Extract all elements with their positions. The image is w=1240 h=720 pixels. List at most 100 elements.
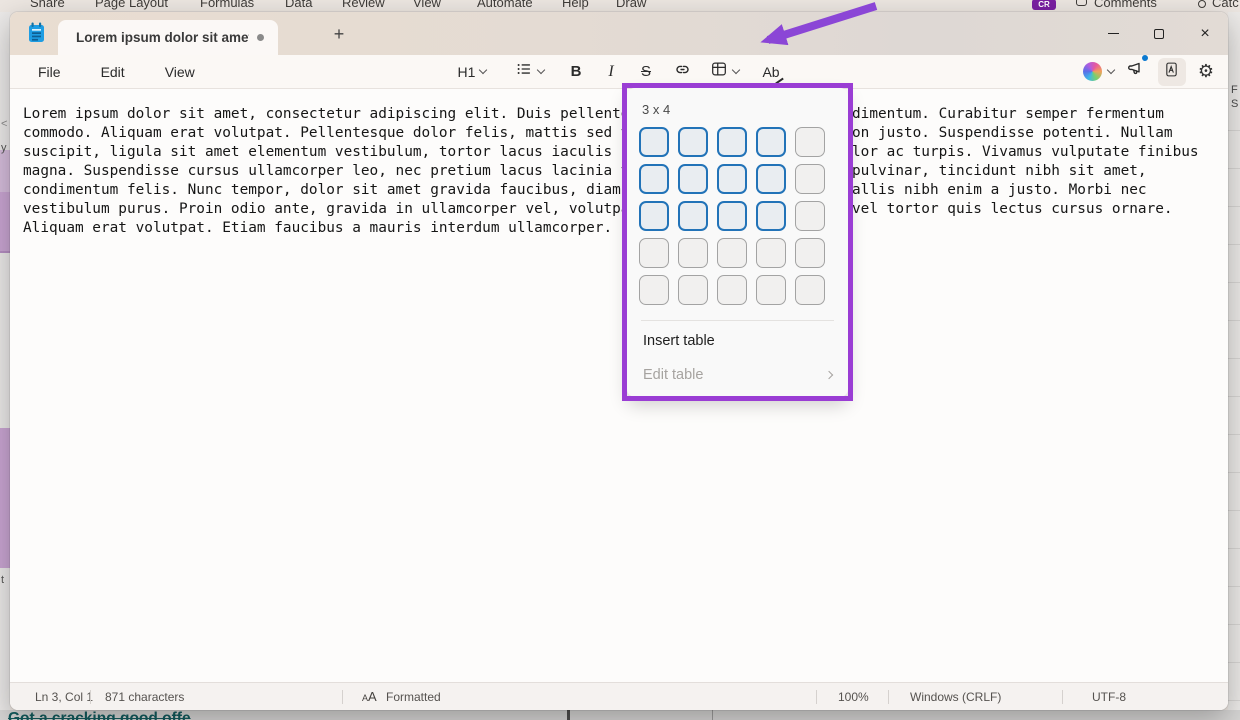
encoding: UTF-8 (1092, 690, 1126, 704)
background-bottom-edge: Got a cracking good offe (0, 710, 1240, 720)
menu-file[interactable]: File (32, 60, 67, 84)
grid-cell-2x1[interactable] (639, 164, 669, 194)
italic-button[interactable]: I (596, 58, 626, 86)
ribbon-tab-page-layout[interactable]: Page Layout (95, 0, 168, 10)
link-button[interactable] (665, 58, 699, 86)
background-strikethrough-text: Got a cracking good offe (8, 710, 191, 720)
ribbon-tab-automate[interactable]: Automate (477, 0, 533, 10)
background-gridline (1228, 130, 1240, 131)
background-gridline (1228, 320, 1240, 321)
grid-cell-5x2[interactable] (678, 275, 708, 305)
catchup-button[interactable]: Catc (1212, 0, 1239, 10)
grid-cell-1x3[interactable] (717, 127, 747, 157)
divider (1062, 690, 1063, 704)
rewrite-button[interactable] (1158, 58, 1186, 86)
clear-format-button[interactable]: Ab (754, 58, 788, 86)
chevron-down-icon (731, 66, 739, 74)
bold-button[interactable]: B (561, 58, 591, 86)
insert-table-menu-item[interactable]: Insert table (627, 326, 848, 356)
grid-cell-5x5[interactable] (795, 275, 825, 305)
grid-cell-1x5[interactable] (795, 127, 825, 157)
ribbon-tab-view[interactable]: View (413, 0, 441, 10)
notepad-window: Lorem ipsum dolor sit amet, conse + × Fi… (10, 12, 1228, 710)
settings-button[interactable]: ⚙ (1198, 58, 1214, 86)
document-tab[interactable]: Lorem ipsum dolor sit amet, conse (58, 20, 278, 55)
grid-cell-4x4[interactable] (756, 238, 786, 268)
format-toolbar: H1 B I S (447, 55, 788, 88)
grid-cell-2x5[interactable] (795, 164, 825, 194)
edit-table-menu-item[interactable]: Edit table (627, 360, 848, 390)
catchup-icon (1198, 0, 1206, 8)
grid-cell-3x5[interactable] (795, 201, 825, 231)
background-letter: F (1231, 84, 1238, 96)
background-gridline (1228, 662, 1240, 663)
editor-line: commodo. Aliquam erat volutpat. Pellente… (23, 125, 1223, 144)
grid-cell-5x3[interactable] (717, 275, 747, 305)
maximize-button[interactable] (1136, 19, 1182, 49)
background-gridline (1228, 586, 1240, 587)
ribbon-tab-share[interactable]: Share (30, 0, 65, 10)
editor-line: magna. Suspendisse cursus ullamcorper le… (23, 163, 1223, 182)
background-gridline (1228, 548, 1240, 549)
line-ending: Windows (CRLF) (910, 690, 1001, 704)
grid-cell-1x2[interactable] (678, 127, 708, 157)
announcements-button[interactable] (1126, 58, 1146, 86)
tab-title: Lorem ipsum dolor sit amet, conse (76, 30, 249, 45)
background-cell (0, 192, 10, 253)
chevron-down-icon (479, 66, 487, 74)
grid-cell-2x3[interactable] (717, 164, 747, 194)
grid-cell-3x1[interactable] (639, 201, 669, 231)
table-picker-popup: 3 x 4 Insert table Edit table (627, 88, 848, 397)
comments-button[interactable]: Comments (1094, 0, 1157, 10)
rewrite-icon (1163, 61, 1180, 83)
ribbon-tab-help[interactable]: Help (562, 0, 589, 10)
titlebar[interactable]: Lorem ipsum dolor sit amet, conse + × (10, 12, 1228, 55)
background-cell (0, 428, 10, 568)
background-gridline (1228, 624, 1240, 625)
formatted-label: Formatted (386, 690, 441, 704)
ribbon-tab-data[interactable]: Data (285, 0, 312, 10)
background-letter: S (1231, 98, 1238, 110)
grid-cell-3x4[interactable] (756, 201, 786, 231)
editor-line: suscipit, ligula sit amet elementum vest… (23, 144, 1223, 163)
grid-cell-2x4[interactable] (756, 164, 786, 194)
bullet-list-icon (515, 60, 533, 83)
insert-table-button[interactable] (699, 58, 749, 86)
copilot-button[interactable] (1083, 58, 1114, 86)
grid-cell-5x1[interactable] (639, 275, 669, 305)
chevron-down-icon (536, 66, 544, 74)
ribbon-tab-draw[interactable]: Draw (616, 0, 646, 10)
heading-style-button[interactable]: H1 (447, 58, 497, 86)
grid-cell-1x1[interactable] (639, 127, 669, 157)
screen: CR Comments Catc SharePage LayoutFormula… (0, 0, 1240, 720)
formatted-icon (362, 689, 377, 704)
grid-cell-4x5[interactable] (795, 238, 825, 268)
chevron-down-icon (1107, 66, 1115, 74)
comments-icon (1076, 0, 1087, 6)
editor-line: vestibulum purus. Proin odio ante, gravi… (23, 201, 1223, 220)
list-button[interactable] (503, 58, 555, 86)
maximize-icon (1154, 29, 1164, 39)
grid-cell-2x2[interactable] (678, 164, 708, 194)
ribbon-tab-formulas[interactable]: Formulas (200, 0, 254, 10)
grid-cell-1x4[interactable] (756, 127, 786, 157)
grid-cell-4x1[interactable] (639, 238, 669, 268)
divider (342, 690, 343, 704)
menu-view[interactable]: View (159, 60, 201, 84)
grid-cell-4x2[interactable] (678, 238, 708, 268)
background-right-edge: F S (1228, 12, 1240, 710)
menu-edit[interactable]: Edit (95, 60, 131, 84)
new-tab-button[interactable]: + (326, 21, 352, 47)
cursor-position: Ln 3, Col 1 (35, 690, 93, 704)
close-button[interactable]: × (1182, 19, 1228, 49)
editor-area[interactable]: Lorem ipsum dolor sit amet, consectetur … (10, 88, 1228, 682)
grid-cell-4x3[interactable] (717, 238, 747, 268)
notification-dot (1142, 55, 1148, 61)
minimize-button[interactable] (1090, 19, 1136, 49)
grid-cell-5x4[interactable] (756, 275, 786, 305)
ribbon-tab-review[interactable]: Review (342, 0, 385, 10)
editor-text: Lorem ipsum dolor sit amet, consectetur … (23, 106, 1223, 239)
strikethrough-button[interactable]: S (631, 58, 661, 86)
grid-cell-3x2[interactable] (678, 201, 708, 231)
grid-cell-3x3[interactable] (717, 201, 747, 231)
